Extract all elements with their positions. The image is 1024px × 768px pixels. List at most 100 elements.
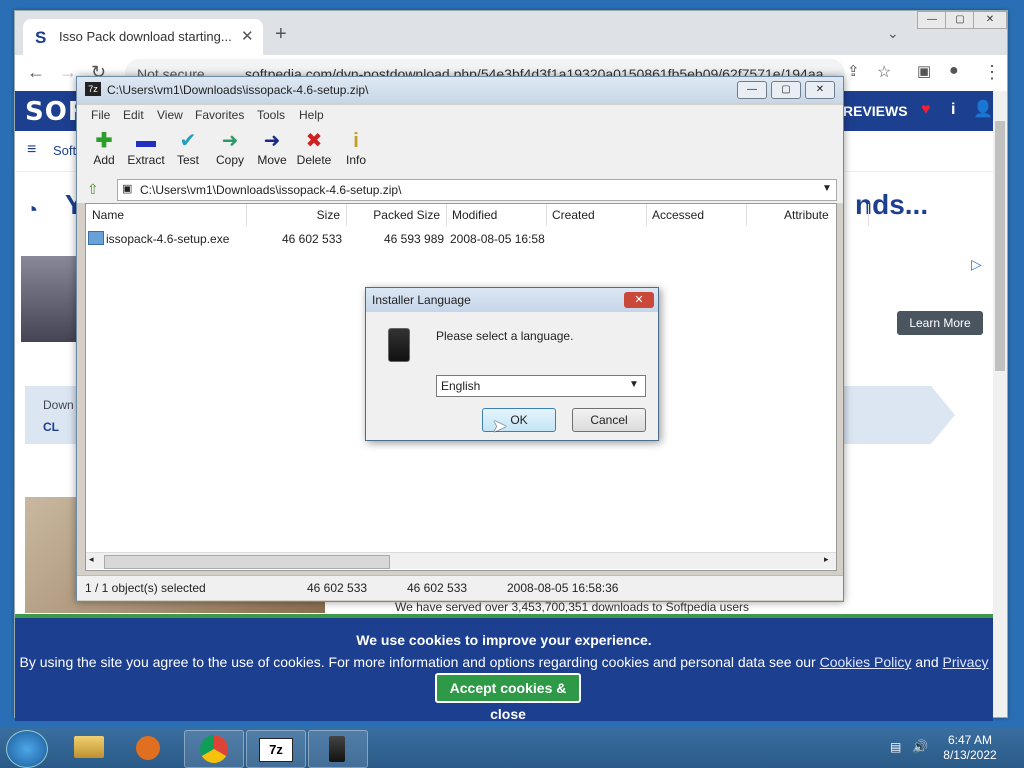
loading-spinner-icon: ◔	[25, 197, 39, 222]
learn-more-button[interactable]: Learn More	[897, 311, 983, 335]
network-icon[interactable]: ▤	[890, 740, 901, 754]
softpedia-favicon-icon: S	[35, 28, 47, 47]
menu-favorites[interactable]: Favorites	[195, 108, 244, 122]
download-label: Down	[43, 398, 74, 412]
delete-button[interactable]: ✖ Delete	[292, 129, 336, 167]
sevenzip-taskbar-button[interactable]: 7z	[246, 730, 306, 768]
nav-softpedia-link[interactable]: Soft	[53, 143, 76, 158]
sevenzip-pathbar: ⇧ ▣ C:\Users\vm1\Downloads\issopack-4.6-…	[77, 177, 843, 203]
close-button[interactable]: ✕	[973, 11, 1007, 29]
installer-app-icon	[388, 328, 410, 362]
menu-icon[interactable]: ⋮	[983, 62, 1001, 83]
col-created[interactable]: Created	[546, 204, 647, 226]
info-button[interactable]: i Info	[334, 129, 378, 167]
cookie-text: By using the site you agree to the use o…	[19, 654, 816, 670]
tab-close-icon[interactable]: ✕	[241, 27, 254, 45]
clock[interactable]: 6:47 AM 8/13/2022	[930, 733, 1010, 763]
reviews-link[interactable]: REVIEWS	[843, 103, 908, 119]
menu-edit[interactable]: Edit	[123, 108, 144, 122]
minimize-button[interactable]: —	[917, 11, 947, 29]
dialog-titlebar[interactable]: Installer Language ✕	[366, 288, 658, 312]
installer-icon	[329, 736, 345, 762]
sevenzip-close-button[interactable]: ✕	[805, 81, 835, 99]
scroll-left-icon[interactable]: ◂	[89, 554, 94, 565]
forward-icon[interactable]: →	[59, 62, 77, 83]
tab-softpedia[interactable]: S Isso Pack download starting... ✕	[23, 19, 263, 55]
volume-icon[interactable]: 🔊	[912, 739, 928, 755]
cancel-button[interactable]: Cancel	[572, 408, 646, 432]
test-button[interactable]: ✔ Test	[166, 129, 210, 167]
sevenzip-minimize-button[interactable]: —	[737, 81, 767, 99]
media-player-taskbar-icon[interactable]	[122, 730, 180, 766]
scroll-right-icon[interactable]: ▸	[824, 554, 829, 565]
sevenzip-titlebar[interactable]: 7z C:\Users\vm1\Downloads\issopack-4.6-s…	[77, 77, 843, 103]
back-icon[interactable]: ←	[27, 62, 45, 83]
path-dropdown-icon[interactable]: ▼	[822, 183, 832, 194]
add-icon: ✚	[95, 130, 113, 152]
dialog-close-button[interactable]: ✕	[624, 292, 654, 308]
exe-file-icon	[88, 231, 104, 245]
chrome-icon	[200, 735, 228, 763]
installer-taskbar-button[interactable]	[308, 730, 368, 768]
bookmark-star-icon[interactable]: ☆	[877, 62, 891, 82]
col-attribute[interactable]: Attribute	[746, 204, 869, 226]
language-selected-value: English	[441, 379, 481, 393]
maximize-button[interactable]: ▢	[945, 11, 975, 29]
sevenzip-maximize-button[interactable]: ▢	[771, 81, 801, 99]
profile-icon[interactable]: ●	[949, 62, 959, 80]
move-label: Move	[257, 153, 287, 167]
share-icon[interactable]: ⇪	[847, 62, 860, 80]
language-dropdown-icon[interactable]: ▼	[629, 379, 639, 390]
path-text: C:\Users\vm1\Downloads\issopack-4.6-setu…	[140, 183, 402, 197]
path-combobox[interactable]: ▣ C:\Users\vm1\Downloads\issopack-4.6-se…	[117, 179, 837, 201]
language-select[interactable]: English ▼	[436, 375, 646, 397]
menu-file[interactable]: File	[91, 108, 110, 122]
hamburger-icon[interactable]: ≡	[27, 141, 36, 159]
test-icon: ✔	[179, 130, 197, 152]
col-name[interactable]: Name	[86, 204, 247, 226]
chrome-taskbar-button[interactable]	[184, 730, 244, 768]
heart-icon[interactable]: ♥	[921, 101, 931, 119]
sevenzip-menubar: File Edit View Favorites Tools Help	[77, 105, 843, 125]
delete-icon: ✖	[305, 130, 323, 152]
move-button[interactable]: ➜ Move	[250, 129, 294, 167]
copy-button[interactable]: ➜ Copy	[208, 129, 252, 167]
tab-strip: S Isso Pack download starting... ✕ + ⌄ —…	[15, 11, 1007, 55]
new-tab-icon[interactable]: +	[275, 23, 287, 46]
download-box[interactable]: Down CL	[25, 386, 79, 444]
status-selected: 1 / 1 object(s) selected	[85, 581, 206, 595]
col-packed-size[interactable]: Packed Size	[346, 204, 447, 226]
col-modified[interactable]: Modified	[446, 204, 547, 226]
cookies-policy-link[interactable]: Cookies Policy	[820, 654, 912, 670]
explorer-taskbar-icon[interactable]	[62, 730, 120, 766]
copy-icon: ➜	[221, 130, 239, 152]
col-size[interactable]: Size	[246, 204, 347, 226]
downloads-served-text: We have served over 3,453,700,351 downlo…	[395, 600, 750, 614]
menu-tools[interactable]: Tools	[257, 108, 285, 122]
up-folder-icon[interactable]: ⇧	[87, 181, 99, 198]
page-scrollbar-thumb[interactable]	[995, 121, 1005, 371]
add-button[interactable]: ✚ Add	[82, 129, 126, 167]
user-icon[interactable]: 👤	[973, 99, 993, 119]
file-list-hscrollbar[interactable]: ◂ ▸	[86, 552, 836, 569]
start-button[interactable]	[6, 730, 48, 768]
menu-view[interactable]: View	[157, 108, 183, 122]
delete-label: Delete	[296, 153, 332, 167]
cookie-and-text: and	[915, 654, 939, 670]
installer-language-dialog: Installer Language ✕ Please select a lan…	[365, 287, 659, 441]
download-arrow-banner[interactable]	[835, 386, 955, 444]
menu-help[interactable]: Help	[299, 108, 324, 122]
file-name: issopack-4.6-setup.exe	[106, 232, 230, 246]
hscroll-thumb[interactable]	[104, 555, 390, 569]
table-row[interactable]: issopack-4.6-setup.exe 46 602 533 46 593…	[86, 228, 836, 248]
ad-image[interactable]	[21, 256, 77, 342]
side-panel-icon[interactable]: ▣	[917, 62, 931, 80]
info-icon[interactable]: i	[951, 101, 955, 119]
extract-button[interactable]: ▬ Extract	[124, 129, 168, 167]
accept-cookies-button[interactable]: Accept cookies & close	[435, 673, 581, 722]
col-accessed[interactable]: Accessed	[646, 204, 747, 226]
folder-icon	[74, 736, 104, 758]
adchoices-icon[interactable]: ▷	[971, 256, 982, 273]
cl-label: CL	[43, 420, 59, 434]
tab-search-chevron-icon[interactable]: ⌄	[887, 25, 899, 42]
